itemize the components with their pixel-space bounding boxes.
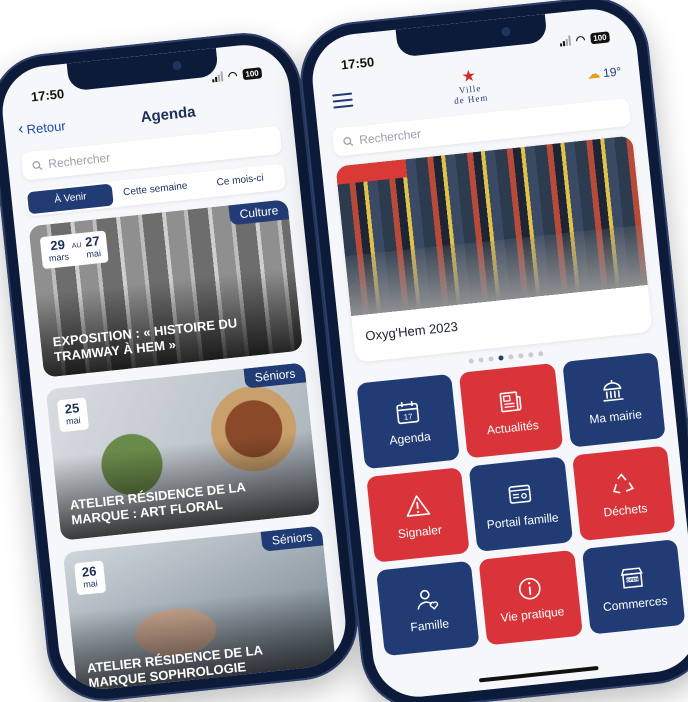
status-time: 17:50 xyxy=(30,85,65,104)
chevron-left-icon: ‹ xyxy=(17,120,25,138)
calendar-day: 17 xyxy=(403,412,413,422)
newspaper-icon xyxy=(499,390,522,412)
event-month-start: mai xyxy=(82,578,99,590)
search-icon xyxy=(343,136,354,146)
shop-icon: OPEN xyxy=(621,566,644,589)
battery-icon: 100 xyxy=(241,66,263,80)
tile-dechets[interactable]: Déchets xyxy=(571,445,676,542)
tile-label: Actualités xyxy=(486,417,540,437)
home-indicator xyxy=(478,665,599,683)
shortcut-grid: 17 Agenda Actualités Ma mairie Signaler … xyxy=(356,352,686,657)
camera-icon xyxy=(172,60,182,71)
camera-icon xyxy=(500,26,511,37)
carousel-image xyxy=(335,135,648,316)
signal-icon xyxy=(559,35,572,47)
tile-label: Commerces xyxy=(602,592,669,614)
tile-ma-mairie[interactable]: Ma mairie xyxy=(561,352,666,448)
event-month-end: mai xyxy=(85,248,102,260)
news-carousel[interactable]: Oxyg'Hem 2023 xyxy=(335,135,653,363)
back-label: Retour xyxy=(25,117,67,137)
event-date: 25 mai xyxy=(56,397,89,433)
status-time: 17:50 xyxy=(340,53,375,73)
tab-ce-mois-ci[interactable]: Ce mois-ci xyxy=(197,166,284,197)
banner xyxy=(335,159,408,185)
tile-commerces[interactable]: OPEN Commerces xyxy=(581,539,686,635)
tile-signaler[interactable]: Signaler xyxy=(366,467,471,563)
calendar-icon: 17 xyxy=(395,400,419,424)
page-title: Agenda xyxy=(139,102,197,126)
tile-label: Portail famille xyxy=(486,509,560,532)
tile-label: Vie pratique xyxy=(499,603,565,625)
event-card[interactable]: 29 mars AU 27 mai Culture Exposition : « H… xyxy=(28,199,303,378)
logo-line2: de Hem xyxy=(453,92,489,106)
event-card[interactable]: 25 mai Séniors Atelier résidence de la Ma… xyxy=(45,362,321,541)
event-date: 26 mai xyxy=(73,560,106,596)
tile-agenda[interactable]: 17 Agenda xyxy=(356,373,461,470)
wifi-icon: ◠ xyxy=(227,69,239,83)
weather-icon: ☁ xyxy=(586,65,601,82)
recycle-icon xyxy=(613,472,635,493)
carousel-dot[interactable] xyxy=(537,351,544,357)
home-phone: 17:50 ◠ 100 ★ Ville de Hem ☁ 19° Recherc… xyxy=(294,0,688,702)
back-button[interactable]: ‹ Retour xyxy=(17,116,66,139)
tab-a-venir[interactable]: À Venir xyxy=(26,183,115,215)
tile-label: Déchets xyxy=(602,500,649,520)
tile-label: Agenda xyxy=(388,428,432,448)
tile-actualites[interactable]: Actualités xyxy=(459,362,563,459)
portal-icon xyxy=(508,484,532,504)
status-icons: ◠ 100 xyxy=(559,30,611,48)
tab-cette-semaine[interactable]: Cette semaine xyxy=(112,175,199,206)
carousel-dot[interactable] xyxy=(507,354,514,360)
temperature: 19° xyxy=(602,64,622,81)
info-icon xyxy=(518,577,541,600)
weather-widget[interactable]: ☁ 19° xyxy=(586,63,622,82)
carousel-dot[interactable] xyxy=(497,355,504,361)
carousel-dot[interactable] xyxy=(527,352,534,358)
tile-label: Signaler xyxy=(397,522,443,541)
event-month-start: mars xyxy=(48,251,70,264)
carousel-dot[interactable] xyxy=(487,356,494,362)
menu-icon[interactable] xyxy=(332,92,354,109)
carousel-dot[interactable] xyxy=(477,357,484,363)
town-hall-icon xyxy=(603,379,624,402)
agenda-screen: 17:50 ◠ 100 ‹ Retour Agenda À Venir Cett… xyxy=(0,40,350,694)
wifi-icon: ◠ xyxy=(575,33,586,47)
status-icons: ◠ 100 xyxy=(211,66,263,84)
tile-portail-famille[interactable]: Portail famille xyxy=(468,456,573,552)
battery-icon: 100 xyxy=(589,30,611,44)
search-icon xyxy=(32,160,43,170)
city-logo: ★ Ville de Hem xyxy=(451,68,489,106)
tile-label: Ma mairie xyxy=(588,406,643,427)
event-month-start: mai xyxy=(65,415,82,427)
warning-icon xyxy=(406,494,430,517)
event-card[interactable]: 26 mai Séniors Atelier résidence de la Ma… xyxy=(62,525,338,694)
carousel-dot[interactable] xyxy=(517,353,524,359)
open-sign: OPEN xyxy=(626,576,638,582)
home-screen: 17:50 ◠ 100 ★ Ville de Hem ☁ 19° Recherc… xyxy=(308,4,688,702)
signal-icon xyxy=(211,71,224,83)
tile-label: Famille xyxy=(409,615,450,634)
tile-vie-pratique[interactable]: Vie pratique xyxy=(478,549,583,646)
tile-famille[interactable]: Famille xyxy=(376,560,480,657)
event-date-separator: AU xyxy=(71,242,82,250)
family-icon xyxy=(417,589,438,610)
carousel-dot[interactable] xyxy=(467,358,474,364)
